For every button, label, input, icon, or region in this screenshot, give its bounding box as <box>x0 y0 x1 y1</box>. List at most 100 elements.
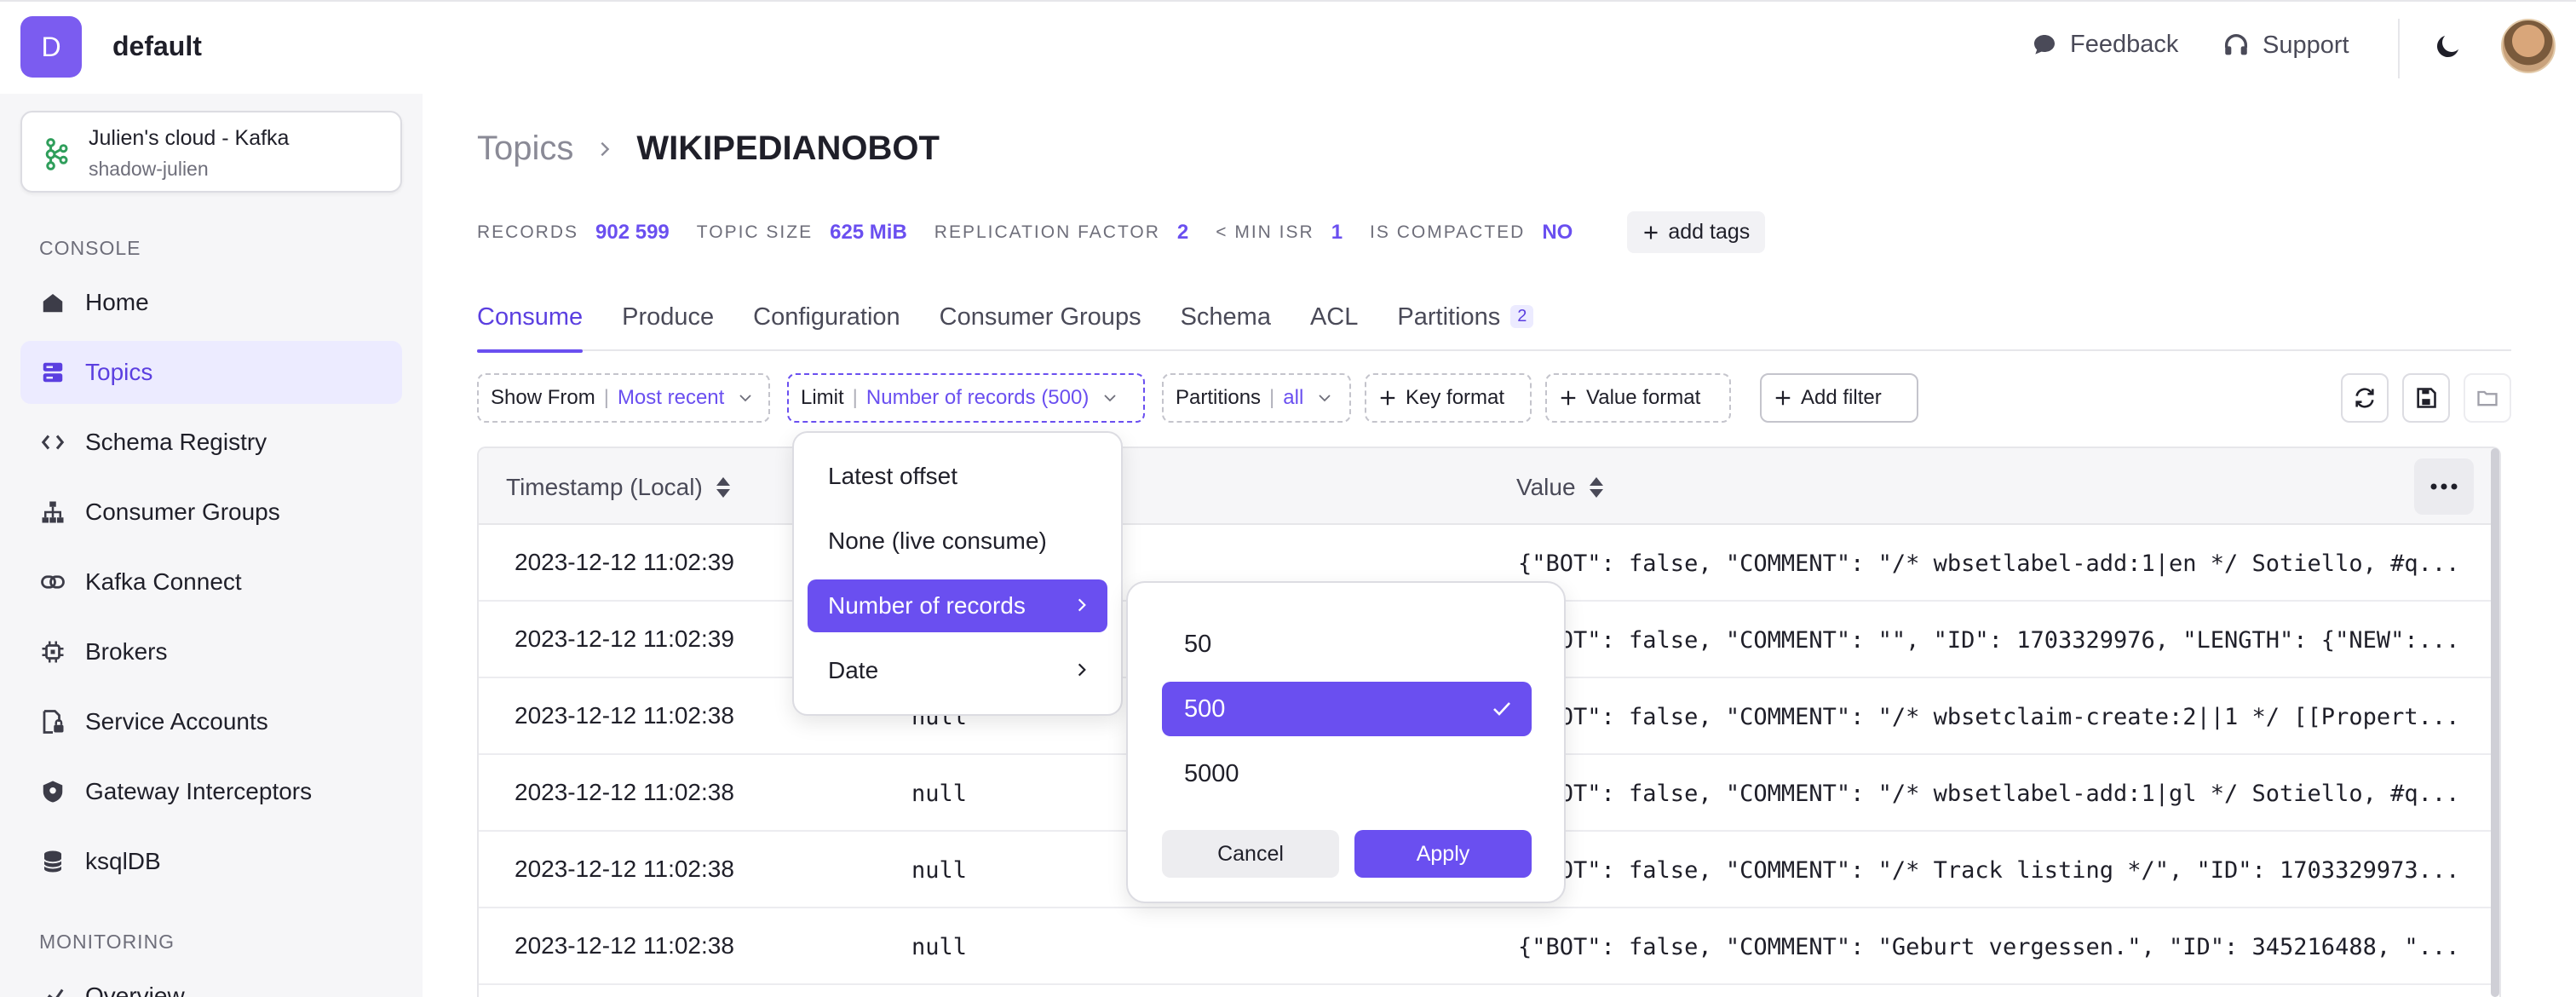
save-button[interactable] <box>2402 373 2450 423</box>
option-label: 500 <box>1184 694 1226 723</box>
feedback-button[interactable]: Feedback <box>2031 31 2178 59</box>
tab-consume[interactable]: Consume <box>477 303 584 353</box>
add-tags-button[interactable]: add tags <box>1627 211 1766 253</box>
sidebar-item-schema-registry[interactable]: Schema Registry <box>20 411 402 474</box>
table-row[interactable]: 2023-12-12 11:02:38 null {"BOT": false, … <box>479 908 2499 985</box>
records-value: 902 599 <box>595 220 670 244</box>
sidebar-item-topics[interactable]: Topics <box>20 341 402 404</box>
chat-bubble-icon <box>2034 34 2055 55</box>
sidebar-item-label: Gateway Interceptors <box>85 778 313 804</box>
sidebar-item-gateway-interceptors[interactable]: Gateway Interceptors <box>20 760 402 823</box>
support-label: Support <box>2263 31 2349 59</box>
sort-icon <box>1589 477 1603 498</box>
column-label: Value <box>1516 474 1576 500</box>
sidebar-item-consumer-groups[interactable]: Consumer Groups <box>20 481 402 544</box>
user-avatar[interactable] <box>2501 19 2556 73</box>
theme-toggle[interactable] <box>2433 31 2464 66</box>
sidebar-item-label: Schema Registry <box>85 429 267 455</box>
sidebar-item-label: Overview <box>85 983 185 997</box>
show-from-value: Most recent <box>617 386 725 409</box>
partitions-value: all <box>1283 386 1304 409</box>
apply-button[interactable]: Apply <box>1354 830 1532 878</box>
chevron-down-icon <box>739 395 751 402</box>
value-column-header[interactable]: Value <box>1516 474 1605 501</box>
add-filter-label: Add filter <box>1801 386 1882 409</box>
records-option-50[interactable]: 50 <box>1162 617 1532 671</box>
partitions-label: Partitions <box>1176 386 1262 409</box>
menu-item-live-consume[interactable]: None (live consume) <box>808 515 1107 568</box>
sidebar-item-label: Service Accounts <box>85 708 268 735</box>
timestamp-cell: 2023-12-12 11:02:38 <box>515 702 734 729</box>
sidebar-item-service-accounts[interactable]: Service Accounts <box>20 690 402 753</box>
cluster-subtitle: shadow-julien <box>89 158 209 180</box>
partitions-filter[interactable]: Partitions | all <box>1162 373 1351 423</box>
limit-filter[interactable]: Limit | Number of records (500) <box>787 373 1145 423</box>
min-isr-value: 1 <box>1331 220 1343 244</box>
lock-file-icon <box>43 710 64 734</box>
sidebar-item-home[interactable]: Home <box>20 271 402 334</box>
is-compacted-label: IS COMPACTED <box>1370 222 1526 242</box>
tab-acl[interactable]: ACL <box>1310 303 1358 351</box>
open-folder-button[interactable] <box>2464 373 2511 423</box>
menu-item-number-of-records[interactable]: Number of records <box>808 579 1107 632</box>
chevron-down-icon <box>1319 395 1331 402</box>
monitoring-section-label: MONITORING <box>39 931 175 953</box>
refresh-button[interactable] <box>2341 373 2389 423</box>
cancel-button[interactable]: Cancel <box>1162 830 1339 878</box>
value-format-label: Value format <box>1586 386 1701 409</box>
value-cell: {"BOT": false, "COMMENT": "", "ID": 1703… <box>1518 627 2460 654</box>
timestamp-column-header[interactable]: Timestamp (Local) <box>506 474 732 501</box>
tab-schema[interactable]: Schema <box>1181 303 1271 351</box>
tab-configuration[interactable]: Configuration <box>753 303 900 351</box>
value-format-button[interactable]: Value format <box>1545 373 1731 423</box>
sidebar: Julien's cloud - Kafka shadow-julien CON… <box>0 94 423 997</box>
key-format-button[interactable]: Key format <box>1365 373 1532 423</box>
breadcrumb: Topics WIKIPEDIANOBOT <box>477 130 940 168</box>
link-icon <box>41 575 65 589</box>
timestamp-cell: 2023-12-12 11:02:38 <box>515 779 734 805</box>
value-cell: {"BOT": false, "COMMENT": "/* wbsetlabel… <box>1518 550 2460 577</box>
sidebar-item-overview[interactable]: Overview <box>20 965 402 997</box>
topic-tabs: Consume Produce Configuration Consumer G… <box>477 303 2511 353</box>
table-options-button[interactable] <box>2414 458 2474 515</box>
tab-produce[interactable]: Produce <box>622 303 714 351</box>
timestamp-cell: 2023-12-12 11:02:38 <box>515 856 734 882</box>
top-divider <box>2398 19 2400 78</box>
menu-item-latest-offset[interactable]: Latest offset <box>808 450 1107 503</box>
chip-separator: | <box>1269 386 1275 409</box>
records-option-5000[interactable]: 5000 <box>1162 746 1532 801</box>
show-from-filter[interactable]: Show From | Most recent <box>477 373 770 423</box>
table-scrollbar[interactable] <box>2491 448 2499 997</box>
menu-item-date[interactable]: Date <box>808 644 1107 697</box>
tab-consumer-groups[interactable]: Consumer Groups <box>940 303 1141 351</box>
moon-icon <box>2436 36 2458 58</box>
hierarchy-icon <box>42 501 64 523</box>
code-icon <box>41 435 65 450</box>
replication-factor-label: REPLICATION FACTOR <box>934 222 1160 242</box>
support-button[interactable]: Support <box>2222 31 2349 60</box>
top-bar: D default Feedback Support <box>0 0 2576 94</box>
page-title: WIKIPEDIANOBOT <box>636 130 940 167</box>
sidebar-item-ksqldb[interactable]: ksqlDB <box>20 830 402 893</box>
tab-partitions[interactable]: Partitions 2 <box>1397 303 1534 351</box>
key-cell: null <box>911 934 968 960</box>
org-avatar[interactable]: D <box>20 16 82 78</box>
plus-icon <box>1644 226 1658 239</box>
breadcrumb-parent[interactable]: Topics <box>477 130 573 168</box>
menu-item-label: Number of records <box>828 592 1026 619</box>
tab-label: Partitions <box>1397 303 1501 331</box>
home-icon <box>43 294 63 313</box>
option-label: 5000 <box>1184 759 1239 787</box>
org-name[interactable]: default <box>112 31 202 62</box>
value-cell: {"BOT": false, "COMMENT": "Geburt verges… <box>1518 934 2460 960</box>
sidebar-item-kafka-connect[interactable]: Kafka Connect <box>20 550 402 614</box>
option-label: 50 <box>1184 630 1212 658</box>
chevron-right-icon <box>601 141 610 156</box>
table-header: Timestamp (Local) Value <box>479 448 2499 525</box>
add-filter-button[interactable]: Add filter <box>1760 373 1918 423</box>
sidebar-item-brokers[interactable]: Brokers <box>20 620 402 683</box>
cluster-selector[interactable]: Julien's cloud - Kafka shadow-julien <box>20 111 402 193</box>
records-option-500[interactable]: 500 <box>1162 682 1532 736</box>
menu-item-label: Latest offset <box>828 463 958 489</box>
records-label: RECORDS <box>477 222 579 242</box>
